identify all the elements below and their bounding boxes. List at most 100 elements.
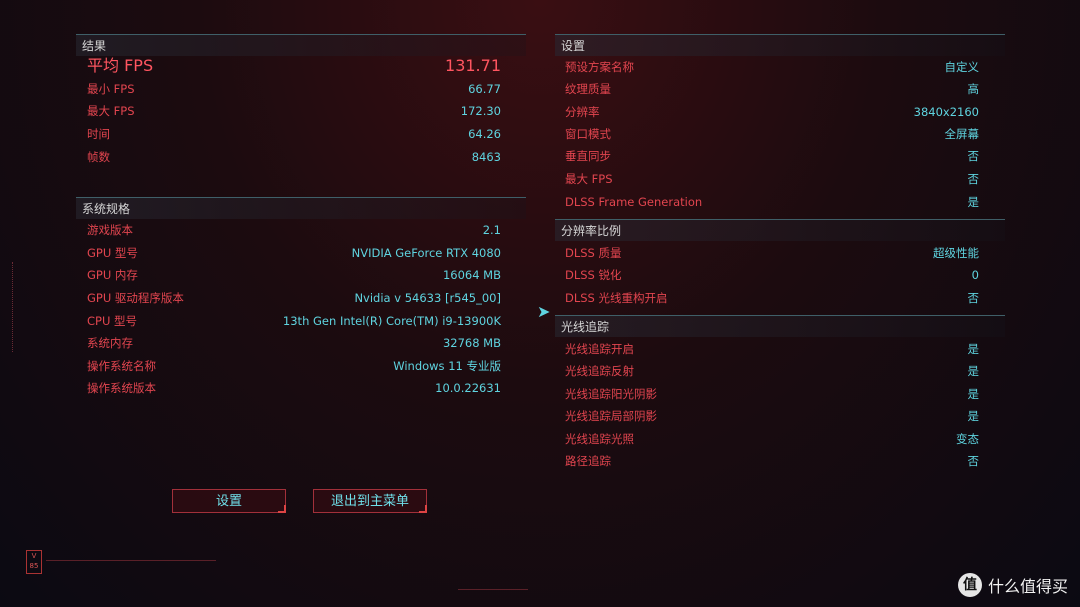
row-value: 变态 [956,432,979,446]
system-row: 操作系统名称 Windows 11 专业版 [87,356,501,376]
scale-row: DLSS 质量 超级性能 [565,243,979,263]
row-label: 路径追踪 [565,454,611,468]
row-label: 最大 FPS [87,104,135,118]
mouse-cursor-icon: ➤ [537,302,551,321]
row-label: GPU 内存 [87,268,138,282]
system-row: CPU 型号 13th Gen Intel(R) Core(TM) i9-1390… [87,311,501,331]
row-value: 高 [967,82,980,96]
row-value: 自定义 [944,60,980,74]
row-value: 是 [967,364,980,378]
row-label: 光线追踪开启 [565,342,634,356]
row-label: 时间 [87,127,110,141]
results-row: 时间 64.26 [87,124,501,144]
row-label: 垂直同步 [565,149,611,163]
system-header: 系统规格 [76,197,526,219]
row-label: DLSS 光线重构开启 [565,291,668,305]
row-label: 操作系统版本 [87,381,156,395]
row-value: 3840x2160 [913,105,979,119]
raytracing-row: 光线追踪反射 是 [565,361,979,381]
row-value: 是 [967,195,980,209]
scale-header: 分辨率比例 [555,219,1005,241]
results-header: 结果 [76,34,526,56]
scale-title: 分辨率比例 [561,224,622,238]
watermark-icon: 值 [957,573,982,597]
row-label: 帧数 [87,150,110,164]
row-value: 8463 [471,150,501,164]
row-value: 超级性能 [933,246,979,260]
hud-line [458,589,528,590]
row-label: 光线追踪阳光阴影 [565,387,657,401]
raytracing-row: 光线追踪阳光阴影 是 [565,384,979,404]
scale-row: DLSS 锐化 0 [565,265,979,285]
version-badge: V 85 [26,550,42,574]
raytracing-row: 光线追踪开启 是 [565,339,979,359]
row-value: 是 [967,387,980,401]
exit-to-main-menu-button[interactable]: 退出到主菜单 [313,489,427,513]
row-value: 否 [967,291,980,305]
results-row: 最大 FPS 172.30 [87,101,501,121]
row-value: 否 [967,172,980,186]
settings-row: 预设方案名称 自定义 [565,57,979,77]
row-label: 预设方案名称 [565,60,634,74]
row-label: 操作系统名称 [87,359,156,373]
settings-row: 纹理质量 高 [565,79,979,99]
row-label: DLSS 锐化 [565,268,622,282]
row-label: 系统内存 [87,336,133,350]
row-label: 窗口模式 [565,127,611,141]
system-row: 操作系统版本 10.0.22631 [87,378,501,398]
row-label: 最大 FPS [565,172,613,186]
raytracing-row: 光线追踪光照 变态 [565,429,979,449]
row-value: 0 [971,268,979,282]
row-value: 2.1 [482,223,501,237]
row-value: 13th Gen Intel(R) Core(TM) i9-13900K [282,314,501,328]
watermark: 值 什么值得买 [957,573,1068,597]
settings-header: 设置 [555,34,1005,56]
settings-row: 最大 FPS 否 [565,169,979,189]
row-value: 64.26 [468,127,501,141]
system-row: GPU 驱动程序版本 Nvidia v 54633 [r545_00] [87,288,501,308]
row-label: 光线追踪光照 [565,432,634,446]
avg-fps-label: 平均 FPS [87,56,154,75]
results-row: 帧数 8463 [87,147,501,167]
settings-row: DLSS Frame Generation 是 [565,192,979,212]
raytracing-title: 光线追踪 [561,320,610,334]
row-value: NVIDIA GeForce RTX 4080 [351,246,501,260]
settings-title: 设置 [561,39,586,53]
results-row: 最小 FPS 66.77 [87,79,501,99]
settings-row: 窗口模式 全屏幕 [565,124,979,144]
row-value: Nvidia v 54633 [r545_00] [354,291,501,305]
row-value: 是 [967,409,980,423]
row-value: 66.77 [468,82,501,96]
raytracing-header: 光线追踪 [555,315,1005,337]
hud-decoration [12,262,23,352]
row-value: Windows 11 专业版 [393,359,501,373]
system-row: 游戏版本 2.1 [87,220,501,240]
row-label: DLSS 质量 [565,246,622,260]
settings-button[interactable]: 设置 [172,489,286,513]
raytracing-row: 路径追踪 否 [565,451,979,471]
system-row: GPU 型号 NVIDIA GeForce RTX 4080 [87,243,501,263]
row-label: DLSS Frame Generation [565,195,703,209]
avg-fps-value: 131.71 [445,56,501,75]
row-label: GPU 驱动程序版本 [87,291,184,305]
row-label: CPU 型号 [87,314,138,328]
system-title: 系统规格 [82,202,131,216]
row-value: 是 [967,342,980,356]
row-value: 32768 MB [442,336,501,350]
settings-row: 分辨率 3840x2160 [565,102,979,122]
avg-fps-row: 平均 FPS 131.71 [87,56,501,76]
row-label: 游戏版本 [87,223,133,237]
raytracing-row: 光线追踪局部阴影 是 [565,406,979,426]
row-label: GPU 型号 [87,246,138,260]
row-value: 172.30 [460,104,501,118]
row-label: 光线追踪反射 [565,364,634,378]
row-value: 否 [967,149,980,163]
row-value: 10.0.22631 [435,381,501,395]
system-row: GPU 内存 16064 MB [87,265,501,285]
scale-row: DLSS 光线重构开启 否 [565,288,979,308]
system-row: 系统内存 32768 MB [87,333,501,353]
settings-row: 垂直同步 否 [565,146,979,166]
row-value: 否 [967,454,980,468]
hud-line [46,560,216,561]
watermark-text: 什么值得买 [987,577,1068,596]
